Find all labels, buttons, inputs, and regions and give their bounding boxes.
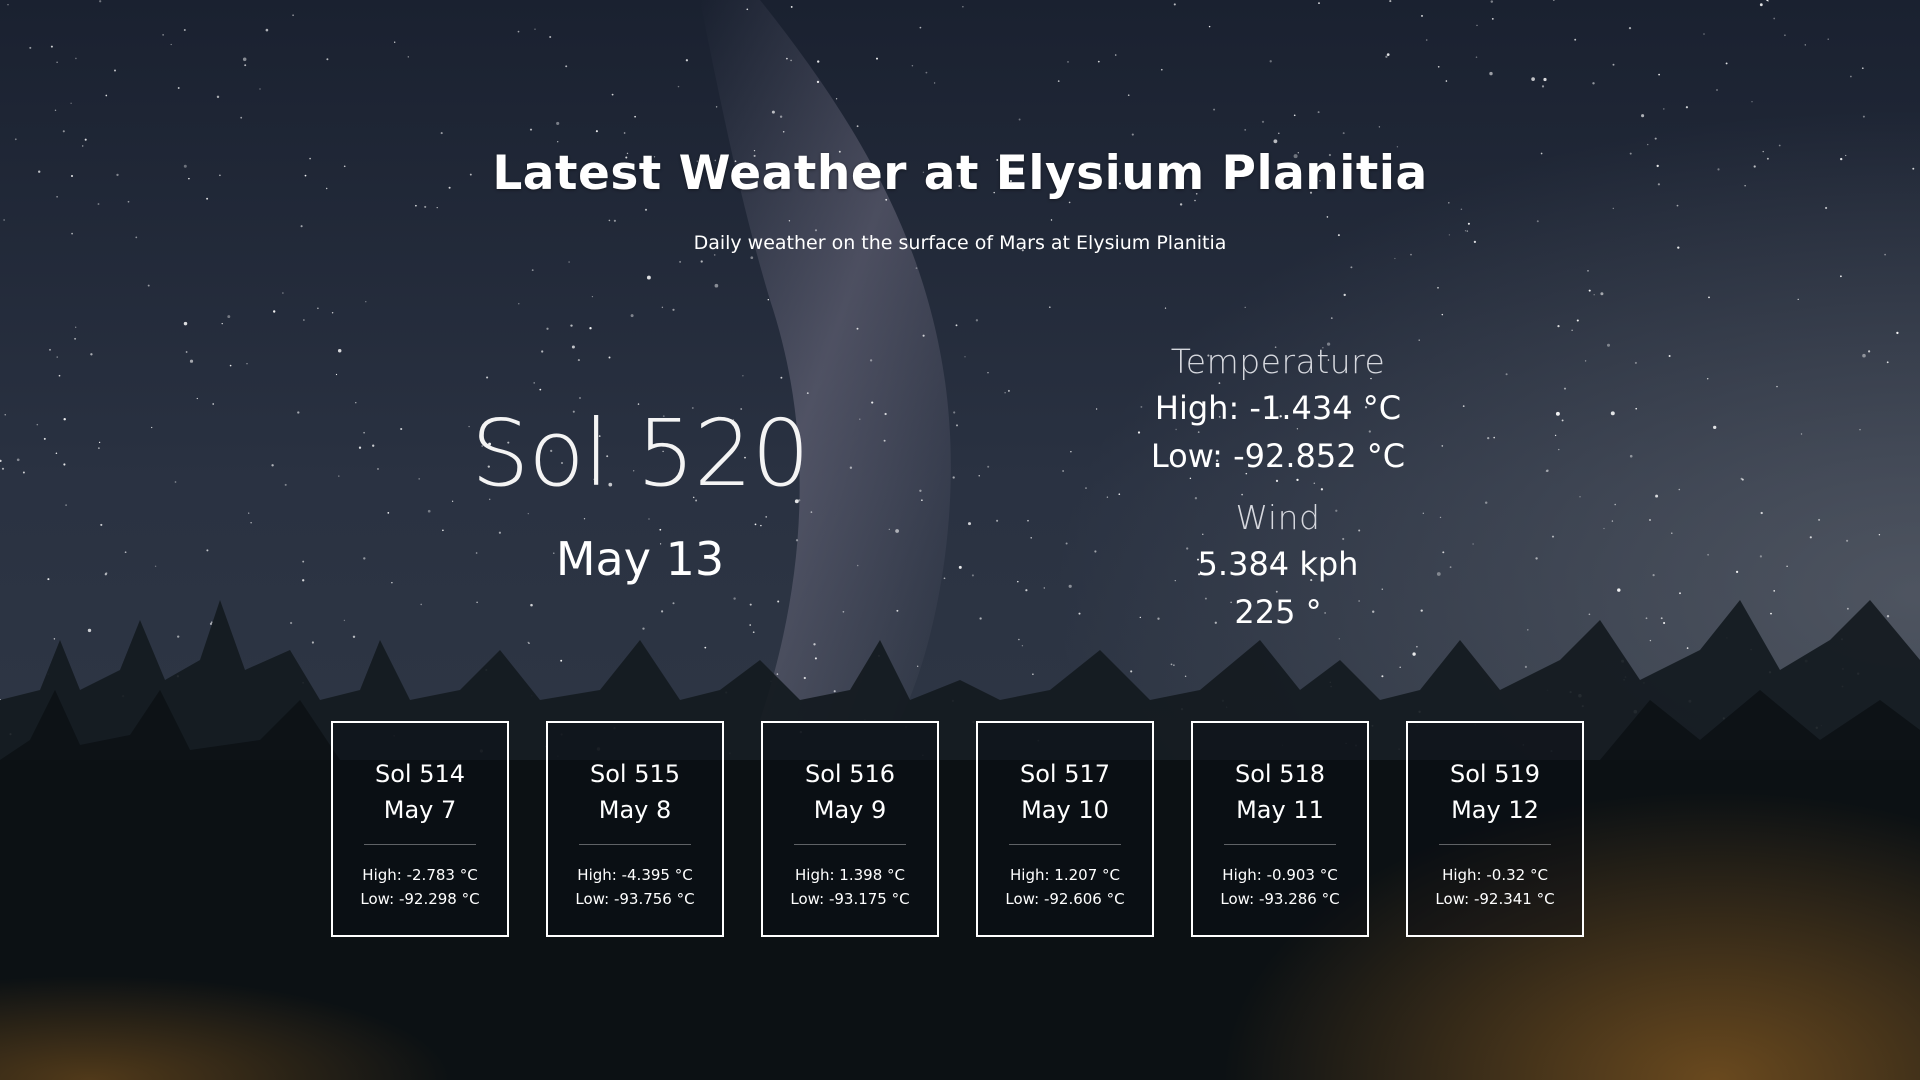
temperature-high: High: -1.434 °C xyxy=(1154,389,1402,427)
sol-card-high: High: -2.783 °C xyxy=(362,866,478,884)
temperature-low: Low: -92.852 °C xyxy=(1150,437,1406,475)
sol-card-high: High: 1.207 °C xyxy=(1010,866,1120,884)
sol-card-low: Low: -92.298 °C xyxy=(360,890,480,908)
sol-card-date: May 8 xyxy=(598,796,672,824)
current-date: May 13 xyxy=(555,532,725,586)
sol-card-divider xyxy=(364,844,476,845)
sol-card-high: High: -4.395 °C xyxy=(577,866,693,884)
sol-card-date: May 11 xyxy=(1236,796,1324,824)
sol-card-divider xyxy=(794,844,906,845)
sol-card-divider xyxy=(1224,844,1336,845)
sol-card-date: May 12 xyxy=(1451,796,1539,824)
sol-card-low: Low: -92.606 °C xyxy=(1005,890,1125,908)
sol-card-date: May 9 xyxy=(813,796,887,824)
sol-card-low: Low: -92.341 °C xyxy=(1435,890,1555,908)
sol-card-sol: Sol 515 xyxy=(589,760,681,788)
wind-label: Wind xyxy=(1235,498,1321,537)
sol-card-high: High: 1.398 °C xyxy=(795,866,905,884)
sol-card-low: Low: -93.286 °C xyxy=(1220,890,1340,908)
sol-card: Sol 517 May 10 High: 1.207 °C Low: -92.6… xyxy=(976,721,1154,937)
sol-card-sol: Sol 518 xyxy=(1234,760,1326,788)
sol-card-sol: Sol 514 xyxy=(374,760,466,788)
sol-card-sol: Sol 519 xyxy=(1449,760,1541,788)
sol-card: Sol 516 May 9 High: 1.398 °C Low: -93.17… xyxy=(761,721,939,937)
wind-direction: 225 ° xyxy=(1234,593,1322,631)
current-sol: Sol 520 xyxy=(470,400,810,507)
sol-card-divider xyxy=(579,844,691,845)
sol-card-date: May 7 xyxy=(383,796,457,824)
sol-card-high: High: -0.903 °C xyxy=(1222,866,1338,884)
sol-card-high: High: -0.32 °C xyxy=(1442,866,1548,884)
sol-card-divider xyxy=(1439,844,1551,845)
weather-page: Latest Weather at Elysium Planitia Daily… xyxy=(0,0,1920,1080)
temperature-label: Temperature xyxy=(1170,342,1386,381)
sol-card-divider xyxy=(1009,844,1121,845)
page-title: Latest Weather at Elysium Planitia xyxy=(492,146,1428,201)
sol-card: Sol 518 May 11 High: -0.903 °C Low: -93.… xyxy=(1191,721,1369,937)
sol-card-low: Low: -93.175 °C xyxy=(790,890,910,908)
page-subtitle: Daily weather on the surface of Mars at … xyxy=(693,232,1227,254)
sol-card: Sol 515 May 8 High: -4.395 °C Low: -93.7… xyxy=(546,721,724,937)
sol-card: Sol 514 May 7 High: -2.783 °C Low: -92.2… xyxy=(331,721,509,937)
sol-card-sol: Sol 517 xyxy=(1019,760,1111,788)
current-conditions: Temperature High: -1.434 °C Low: -92.852… xyxy=(1078,340,1478,636)
wind-speed: 5.384 kph xyxy=(1197,545,1359,583)
sol-card-sol: Sol 516 xyxy=(804,760,896,788)
sol-card: Sol 519 May 12 High: -0.32 °C Low: -92.3… xyxy=(1406,721,1584,937)
sol-card-low: Low: -93.756 °C xyxy=(575,890,695,908)
sol-card-date: May 10 xyxy=(1021,796,1109,824)
previous-sols-list: Sol 514 May 7 High: -2.783 °C Low: -92.2… xyxy=(331,721,1591,941)
